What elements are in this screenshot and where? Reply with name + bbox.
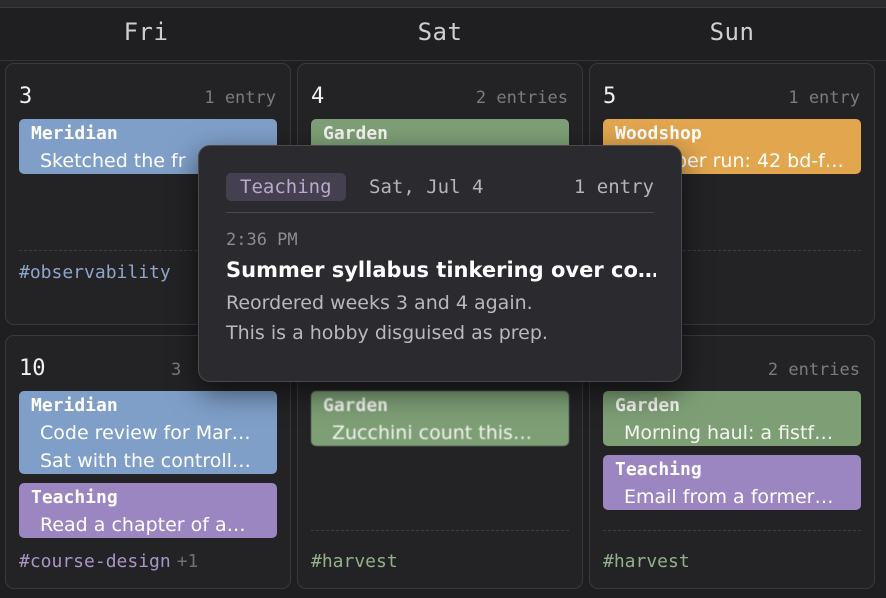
day-number: 4 [311,84,325,109]
entry-category: Garden [323,123,389,144]
entry-category: Garden [615,395,681,416]
day-number: 5 [603,84,617,109]
entry-category: Meridian [31,123,118,144]
entry-count: 3 [171,360,182,380]
tag-link[interactable]: #observability [19,262,171,283]
popover-entry-count: 1 entry [573,176,654,198]
entry-count: 1 entry [788,88,860,108]
day-header-fri: Fri [123,18,169,46]
popover-divider [226,212,654,213]
entry-category: Garden [323,395,389,416]
entry-count: 2 entries [475,88,568,108]
entry-card-teaching[interactable]: Teaching Email from a former… [603,455,861,510]
entry-snippet: Email from a former… [624,486,834,508]
tag-link[interactable]: #harvest [311,551,398,572]
entry-count: 1 entry [204,88,276,108]
entry-snippet: Code review for Mar… [40,422,251,444]
day-header-sat: Sat [417,18,463,46]
entry-card-meridian[interactable]: Meridian Code review for Mar… Sat with t… [19,391,277,474]
entry-snippet: Sat with the controll… [40,450,251,472]
entry-body-line: Reordered weeks 3 and 4 again. [226,292,533,314]
entry-category: Teaching [31,487,118,508]
header-divider [0,60,886,61]
category-badge: Teaching [226,173,346,201]
tag-row: #course-design +1 [19,551,198,572]
entry-category: Meridian [31,395,118,416]
day-header-sun: Sun [709,18,755,46]
entry-category: Teaching [615,459,702,480]
entry-preview-popover[interactable]: Teaching Sat, Jul 4 1 entry 2:36 PM Summ… [198,145,682,382]
entry-title[interactable]: Summer syllabus tinkering over co… [226,258,656,282]
entry-snippet: Read a chapter of a… [40,514,246,536]
popover-date: Sat, Jul 4 [369,176,484,198]
day-number: 3 [19,84,33,109]
more-tags-count[interactable]: +1 [177,551,199,572]
entry-body-line: This is a hobby disguised as prep. [226,322,548,344]
entry-category: Woodshop [615,123,702,144]
divider [311,530,569,531]
entry-card-garden[interactable]: Garden Zucchini count this… [311,391,569,446]
entry-time: 2:36 PM [226,230,298,250]
tag-link[interactable]: #course-design [19,551,171,572]
tag-link[interactable]: #harvest [603,551,690,572]
divider [603,530,861,531]
entry-card-garden[interactable]: Garden Morning haul: a fistf… [603,391,861,446]
day-number: 10 [19,356,46,381]
entry-card-teaching[interactable]: Teaching Read a chapter of a… [19,483,277,538]
entry-snippet: Zucchini count this… [332,422,532,444]
window-top-strip [0,0,886,8]
entry-snippet: Morning haul: a fistf… [624,422,834,444]
entry-count: 2 entries [767,360,860,380]
